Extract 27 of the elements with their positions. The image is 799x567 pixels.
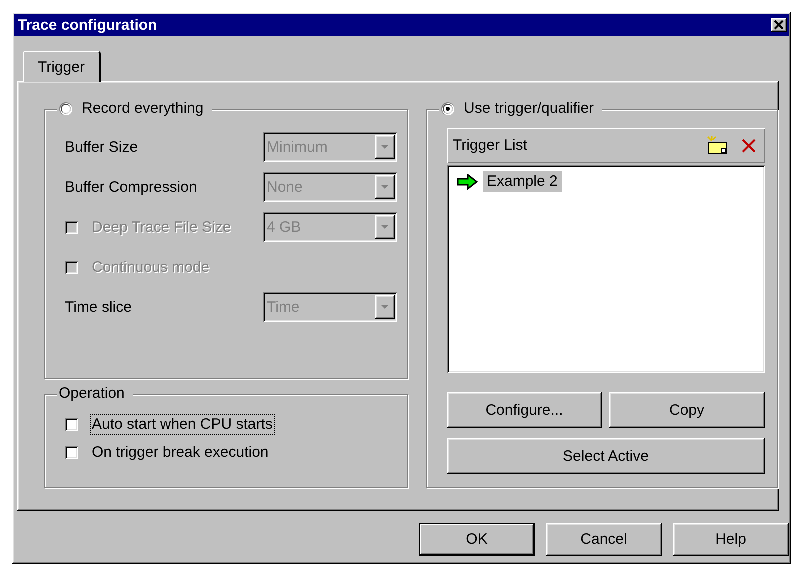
list-title: Trigger List: [453, 137, 528, 154]
window-title: Trace configuration: [18, 16, 158, 34]
radio-label: Use trigger/qualifier: [464, 100, 594, 118]
checkbox[interactable]: [65, 418, 78, 431]
dialog-button[interactable]: Help: [673, 523, 789, 556]
radio-label: Record everything: [82, 100, 204, 118]
list-item[interactable]: Example 2: [483, 171, 562, 192]
dialog-button[interactable]: OK: [419, 523, 535, 556]
checkbox-label: On trigger break execution: [91, 443, 270, 462]
field-label: Buffer Compression: [65, 178, 198, 196]
action-button[interactable]: Configure...: [447, 392, 602, 428]
action-button[interactable]: Copy: [609, 392, 765, 428]
field-label: Buffer Size: [65, 138, 138, 156]
checkbox-label: Deep Trace File Size: [91, 218, 232, 236]
checkbox-label: Continuous mode: [91, 258, 211, 276]
radio-button[interactable]: [59, 102, 73, 116]
action-button[interactable]: Select Active: [447, 438, 765, 474]
new-folder-icon[interactable]: [707, 136, 729, 156]
radio-button[interactable]: [441, 102, 455, 116]
tab[interactable]: Trigger: [23, 51, 101, 82]
delete-icon[interactable]: [741, 138, 757, 154]
checkbox[interactable]: [65, 446, 78, 459]
checkbox-label: Auto start when CPU starts: [91, 415, 274, 434]
field-label: Time slice: [65, 298, 132, 316]
dialog-button[interactable]: Cancel: [546, 523, 662, 556]
close-icon[interactable]: [771, 18, 787, 32]
group-title: Operation: [59, 385, 125, 403]
